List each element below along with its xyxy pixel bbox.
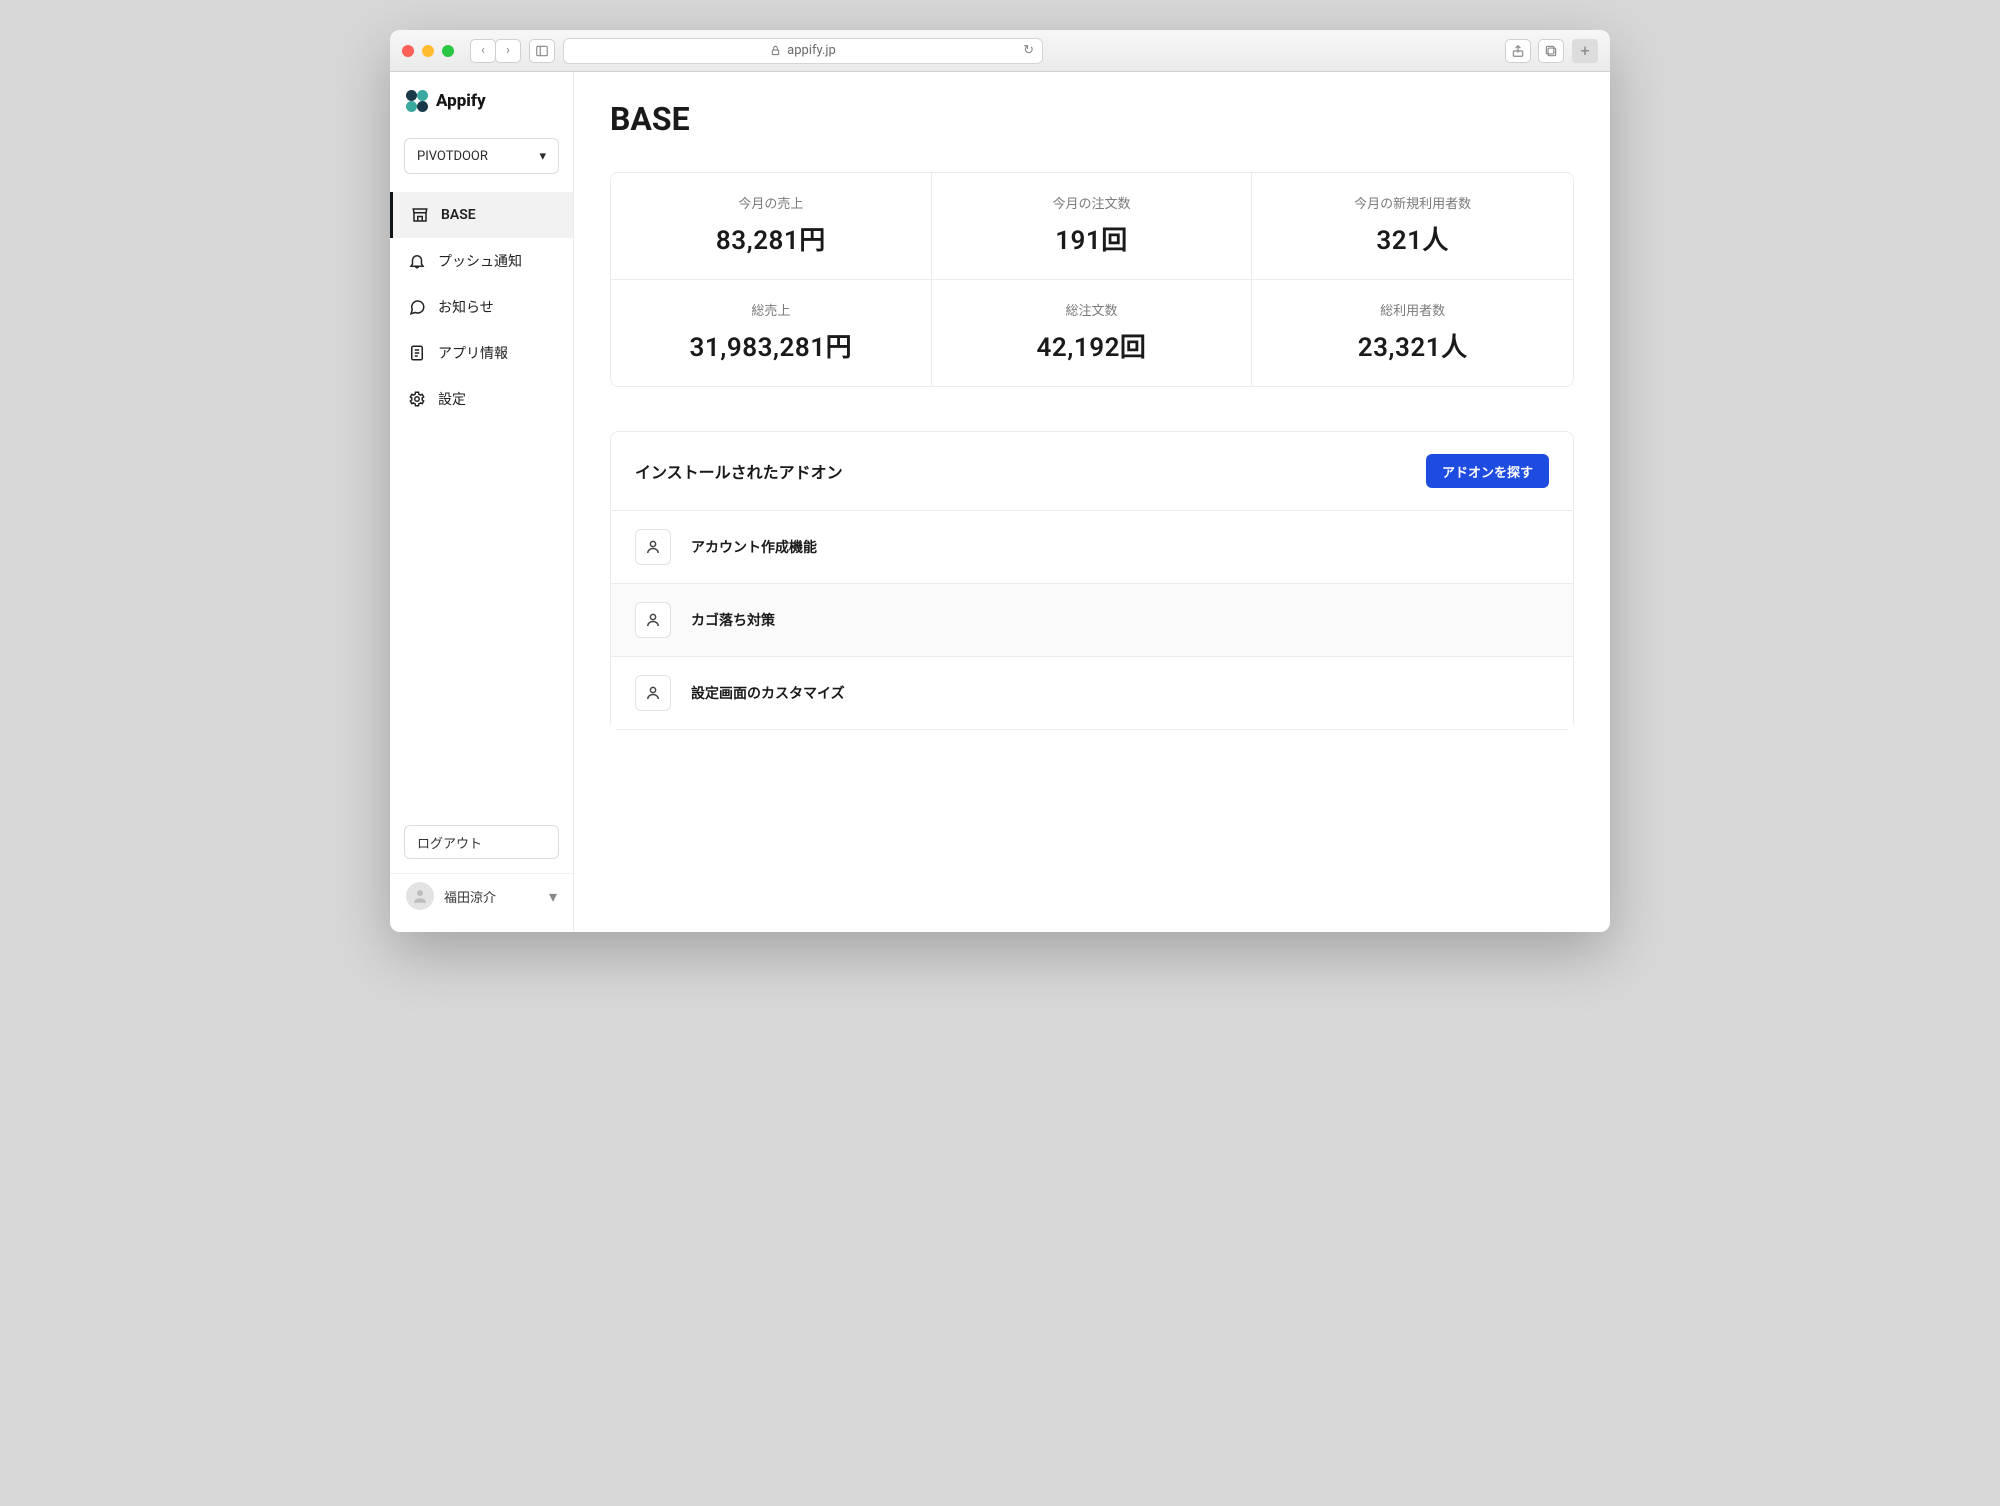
nav-label: 設定 (438, 389, 466, 409)
back-button[interactable]: ‹ (470, 39, 496, 63)
project-selector-value: PIVOTDOOR (417, 149, 488, 164)
panel-header: インストールされたアドオン アドオンを探す (611, 432, 1573, 510)
chat-icon (408, 298, 426, 316)
addon-name: 設定画面のカスタマイズ (691, 683, 845, 703)
browser-window: ‹ › appify.jp ↻ + Appify (390, 30, 1610, 932)
nav-label: BASE (441, 207, 476, 223)
person-icon (635, 602, 671, 638)
nav-list: BASE プッシュ通知 お知らせ アプリ情報 設定 (390, 192, 573, 422)
document-icon (408, 344, 426, 362)
stat-value: 191回 (942, 220, 1242, 257)
stat-value: 31,983,281円 (621, 327, 921, 364)
project-selector[interactable]: PIVOTDOOR ▾ (404, 138, 559, 174)
store-icon (411, 206, 429, 224)
find-addons-button[interactable]: アドオンを探す (1426, 454, 1549, 488)
avatar-icon (406, 882, 434, 910)
stat-value: 42,192回 (942, 327, 1242, 364)
addon-row[interactable]: アカウント作成機能 (611, 510, 1573, 583)
person-icon (635, 529, 671, 565)
addon-row[interactable]: カゴ落ち対策 (611, 583, 1573, 656)
sidebar: Appify PIVOTDOOR ▾ BASE プッシュ通知 お知らせ (390, 72, 574, 932)
nav-label: プッシュ通知 (438, 251, 522, 271)
logout-button[interactable]: ログアウト (404, 825, 559, 859)
address-bar[interactable]: appify.jp ↻ (563, 38, 1043, 64)
stat-value: 321人 (1262, 220, 1563, 257)
stat-value: 83,281円 (621, 220, 921, 257)
brand-name: Appify (436, 91, 486, 111)
fullscreen-window-icon[interactable] (442, 45, 454, 57)
nav-item-news[interactable]: お知らせ (390, 284, 573, 330)
main-content: BASE 今月の売上 83,281円 今月の注文数 191回 今月の新規利用者数… (574, 72, 1610, 932)
page-title: BASE (610, 100, 1574, 138)
stat-label: 今月の新規利用者数 (1262, 193, 1563, 212)
window-controls (402, 45, 454, 57)
reload-icon[interactable]: ↻ (1023, 43, 1034, 58)
nav-item-push[interactable]: プッシュ通知 (390, 238, 573, 284)
lock-icon (770, 45, 781, 56)
stat-card: 今月の新規利用者数 321人 (1252, 173, 1573, 280)
share-button[interactable] (1505, 39, 1531, 63)
nav-label: アプリ情報 (438, 343, 508, 363)
user-menu[interactable]: 福田涼介 ▾ (390, 873, 573, 918)
forward-button[interactable]: › (495, 39, 521, 63)
user-name: 福田涼介 (444, 887, 539, 906)
nav-item-appinfo[interactable]: アプリ情報 (390, 330, 573, 376)
stat-label: 総注文数 (942, 300, 1242, 319)
stats-grid: 今月の売上 83,281円 今月の注文数 191回 今月の新規利用者数 321人… (610, 172, 1574, 387)
stat-card: 総売上 31,983,281円 (611, 280, 932, 386)
close-window-icon[interactable] (402, 45, 414, 57)
brand-logo-icon (406, 90, 428, 112)
nav-label: お知らせ (438, 297, 494, 317)
chevron-down-icon: ▾ (539, 149, 546, 164)
brand: Appify (390, 90, 573, 128)
nav-item-base[interactable]: BASE (390, 192, 573, 238)
bell-icon (408, 252, 426, 270)
addon-name: カゴ落ち対策 (691, 610, 775, 630)
sidebar-toggle-button[interactable] (529, 39, 555, 63)
stat-label: 総売上 (621, 300, 921, 319)
stat-label: 総利用者数 (1262, 300, 1563, 319)
stat-card: 今月の注文数 191回 (932, 173, 1253, 280)
gear-icon (408, 390, 426, 408)
chevron-down-icon: ▾ (549, 887, 557, 906)
addons-panel: インストールされたアドオン アドオンを探す アカウント作成機能 カゴ落ち対策 (610, 431, 1574, 730)
stat-label: 今月の売上 (621, 193, 921, 212)
stat-value: 23,321人 (1262, 327, 1563, 364)
minimize-window-icon[interactable] (422, 45, 434, 57)
browser-toolbar: ‹ › appify.jp ↻ + (390, 30, 1610, 72)
new-tab-button[interactable]: + (1572, 39, 1598, 63)
stat-card: 総注文数 42,192回 (932, 280, 1253, 386)
nav-item-settings[interactable]: 設定 (390, 376, 573, 422)
tabs-button[interactable] (1538, 39, 1564, 63)
addon-name: アカウント作成機能 (691, 537, 817, 557)
address-text: appify.jp (787, 43, 836, 58)
stat-card: 今月の売上 83,281円 (611, 173, 932, 280)
stat-label: 今月の注文数 (942, 193, 1242, 212)
addon-row[interactable]: 設定画面のカスタマイズ (611, 656, 1573, 729)
panel-title: インストールされたアドオン (635, 459, 843, 483)
person-icon (635, 675, 671, 711)
stat-card: 総利用者数 23,321人 (1252, 280, 1573, 386)
